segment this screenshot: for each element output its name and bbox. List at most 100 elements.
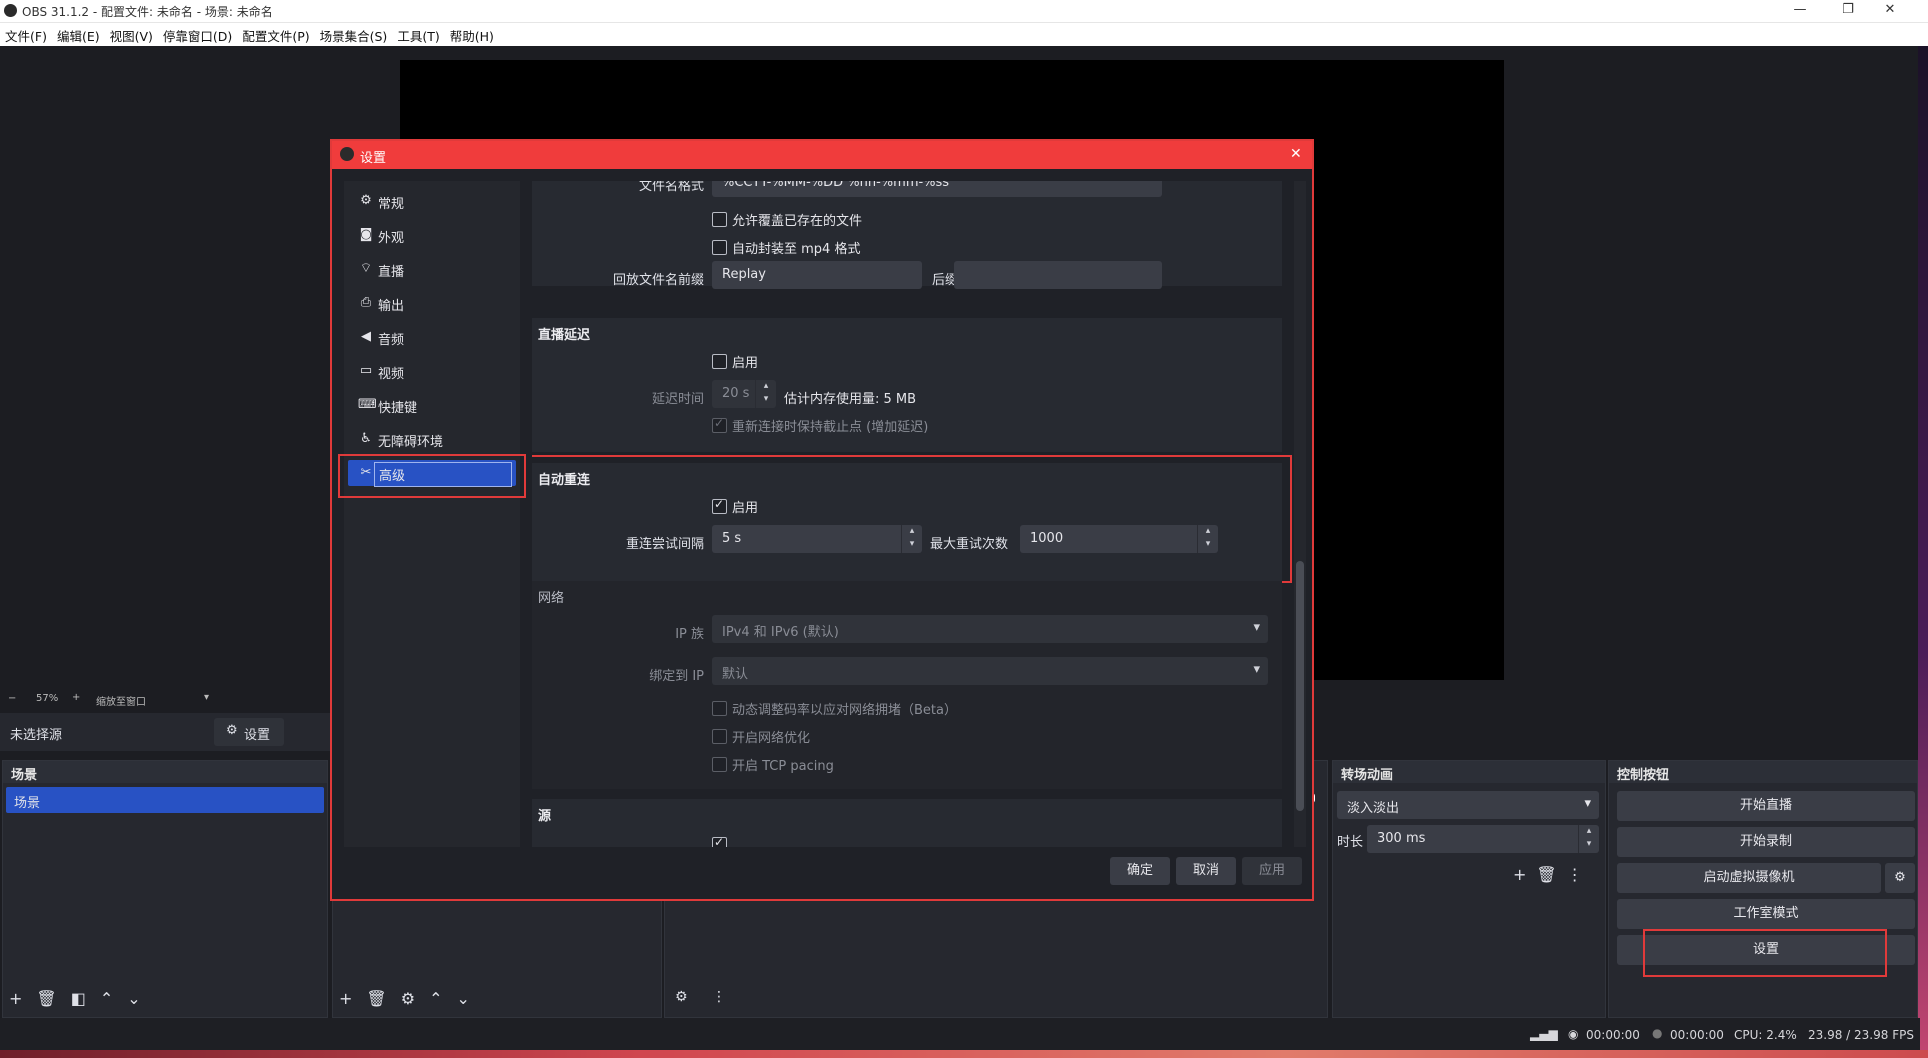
gear-icon: ⚙: [226, 723, 238, 738]
delay-duration-spinbox[interactable]: 20 s ▴ ▾: [712, 380, 776, 408]
record-time: 00:00:00: [1670, 1028, 1724, 1042]
nav-label: 视频: [378, 367, 405, 382]
spin-arrows-icon[interactable]: ▴ ▾: [1578, 825, 1599, 853]
bind-ip-select[interactable]: 默认 ▾: [712, 657, 1268, 685]
delay-duration-label: 延迟时间: [651, 392, 704, 407]
nav-item-video[interactable]: ▭ 视频: [348, 358, 516, 384]
nav-item-stream[interactable]: ⌔ 直播: [348, 256, 516, 282]
remux-checkbox[interactable]: [712, 240, 727, 255]
chevron-down-icon: ▾: [1253, 662, 1260, 677]
network-bars-icon: ▂▄▆: [1530, 1027, 1558, 1041]
start-virtual-camera-button[interactable]: 启动虚拟摄像机: [1617, 863, 1881, 893]
close-window-button[interactable]: ✕: [1880, 2, 1900, 17]
transitions-dock: 转场动画 淡入淡出 ▾ 时长 300 ms ▴ ▾ +🗑⋮: [1332, 760, 1606, 1018]
output-icon: ⎙: [360, 295, 372, 310]
highlight-box: [532, 455, 1292, 583]
source-settings-button[interactable]: ⚙ 设置: [214, 718, 284, 746]
spin-arrows-icon[interactable]: ▴ ▾: [755, 380, 776, 408]
add-transition-icon[interactable]: +: [1513, 865, 1536, 884]
move-down-icon[interactable]: ⌄: [127, 989, 154, 1008]
chevron-down-icon[interactable]: ▾: [204, 692, 209, 703]
nav-label: 音频: [378, 333, 405, 348]
ip-family-select[interactable]: IPv4 和 IPv6 (默认) ▾: [712, 615, 1268, 643]
bind-ip-value: 默认: [722, 667, 749, 682]
no-source-label: 未选择源: [10, 728, 63, 743]
nav-item-general[interactable]: ⚙ 常规: [348, 188, 516, 214]
menu-scene-collection[interactable]: 场景集合(S): [315, 23, 393, 48]
dynamic-bitrate-checkbox[interactable]: [712, 701, 727, 716]
preserve-label: 重新连接时保持截止点 (增加延迟): [732, 420, 929, 435]
trash-icon[interactable]: 🗑: [1536, 865, 1566, 884]
menu-help[interactable]: 帮助(H): [445, 23, 499, 48]
nav-item-hotkeys[interactable]: ⌨ 快捷键: [348, 392, 516, 418]
duration-spinbox[interactable]: 300 ms ▴ ▾: [1367, 825, 1599, 853]
dialog-title: 设置: [360, 151, 387, 166]
scene-list-item[interactable]: 场景: [6, 787, 324, 813]
source-toolbar-bottom: +🗑⚙⌃⌄: [339, 989, 484, 1008]
add-source-icon[interactable]: +: [339, 989, 366, 1008]
remux-label: 自动封装至 mp4 格式: [732, 242, 861, 257]
menu-file[interactable]: 文件(F): [0, 23, 52, 48]
close-dialog-button[interactable]: ✕: [1290, 146, 1302, 162]
browser-hw-accel-checkbox[interactable]: [712, 835, 727, 847]
move-up-icon[interactable]: ⌃: [429, 989, 456, 1008]
scene-toolbar: +🗑◧⌃⌄: [9, 989, 155, 1008]
obs-logo-icon: [4, 4, 17, 17]
start-streaming-button[interactable]: 开始直播: [1617, 791, 1915, 821]
zoom-mode-select[interactable]: 缩放至窗口: [96, 693, 146, 708]
settings-content: 文件名格式 %CCYY-%MM-%DD %hh-%mm-%ss 允许覆盖已存在的…: [532, 181, 1292, 847]
scrollbar-thumb[interactable]: [1296, 561, 1304, 811]
more-options-icon[interactable]: ⋮: [1567, 865, 1593, 884]
move-down-icon[interactable]: ⌄: [456, 989, 483, 1008]
mixer-advanced-icon[interactable]: ⚙: [675, 989, 688, 1005]
trash-icon[interactable]: 🗑: [366, 989, 400, 1008]
window-title: OBS 31.1.2 - 配置文件: 未命名 - 场景: 未命名: [22, 5, 273, 19]
replay-prefix-input[interactable]: Replay: [712, 261, 922, 289]
filename-format-input[interactable]: %CCYY-%MM-%DD %hh-%mm-%ss: [712, 181, 1162, 197]
record-icon: ●: [1652, 1026, 1663, 1040]
cancel-button[interactable]: 取消: [1176, 857, 1236, 885]
menu-tools[interactable]: 工具(T): [392, 23, 444, 48]
network-optimize-label: 开启网络优化: [732, 731, 811, 746]
studio-mode-button[interactable]: 工作室模式: [1617, 899, 1915, 929]
gear-icon[interactable]: ⚙: [1885, 863, 1915, 893]
settings-scrollbar[interactable]: [1294, 181, 1306, 847]
move-up-icon[interactable]: ⌃: [100, 989, 127, 1008]
zoom-in-button[interactable]: +: [72, 692, 80, 703]
gear-icon[interactable]: ⚙: [401, 989, 429, 1008]
speaker-icon: ◀: [361, 329, 371, 344]
menu-docks[interactable]: 停靠窗口(D): [158, 23, 237, 48]
overwrite-checkbox[interactable]: [712, 212, 727, 227]
nav-item-audio[interactable]: ◀ 音频: [348, 324, 516, 350]
filter-icon[interactable]: ◧: [71, 989, 100, 1008]
chevron-down-icon: ▾: [1253, 620, 1260, 635]
obs-logo-icon: [340, 147, 354, 161]
ok-button[interactable]: 确定: [1110, 857, 1170, 885]
add-scene-icon[interactable]: +: [9, 989, 36, 1008]
memory-estimate: 估计内存使用量: 5 MB: [784, 392, 917, 407]
fps-display: 23.98 / 23.98 FPS: [1808, 1028, 1914, 1042]
transition-select[interactable]: 淡入淡出 ▾: [1337, 791, 1599, 819]
tcp-pacing-checkbox[interactable]: [712, 757, 727, 772]
menu-profile[interactable]: 配置文件(P): [237, 23, 314, 48]
menu-view[interactable]: 视图(V): [105, 23, 158, 48]
replay-suffix-input[interactable]: [954, 261, 1162, 289]
network-optimize-checkbox[interactable]: [712, 729, 727, 744]
minimize-button[interactable]: —: [1790, 2, 1810, 17]
start-recording-button[interactable]: 开始录制: [1617, 827, 1915, 857]
preserve-checkbox[interactable]: [712, 416, 727, 433]
nav-item-output[interactable]: ⎙ 输出: [348, 290, 516, 316]
maximize-button[interactable]: ❐: [1838, 2, 1858, 17]
zoom-out-button[interactable]: −: [8, 693, 16, 704]
source-settings-label: 设置: [244, 728, 271, 743]
more-options-icon[interactable]: ⋮: [712, 989, 726, 1005]
accessibility-icon: ♿: [360, 431, 372, 446]
trash-icon[interactable]: 🗑: [36, 989, 70, 1008]
nav-item-accessibility[interactable]: ♿ 无障碍环境: [348, 426, 516, 452]
apply-button[interactable]: 应用: [1242, 857, 1302, 885]
window-title-bar: OBS 31.1.2 - 配置文件: 未命名 - 场景: 未命名 — ❐ ✕: [0, 0, 1928, 22]
nav-label: 外观: [378, 231, 405, 246]
delay-enable-checkbox[interactable]: [712, 354, 727, 369]
menu-edit[interactable]: 编辑(E): [52, 23, 105, 48]
nav-item-appearance[interactable]: ◙ 外观: [348, 222, 516, 248]
